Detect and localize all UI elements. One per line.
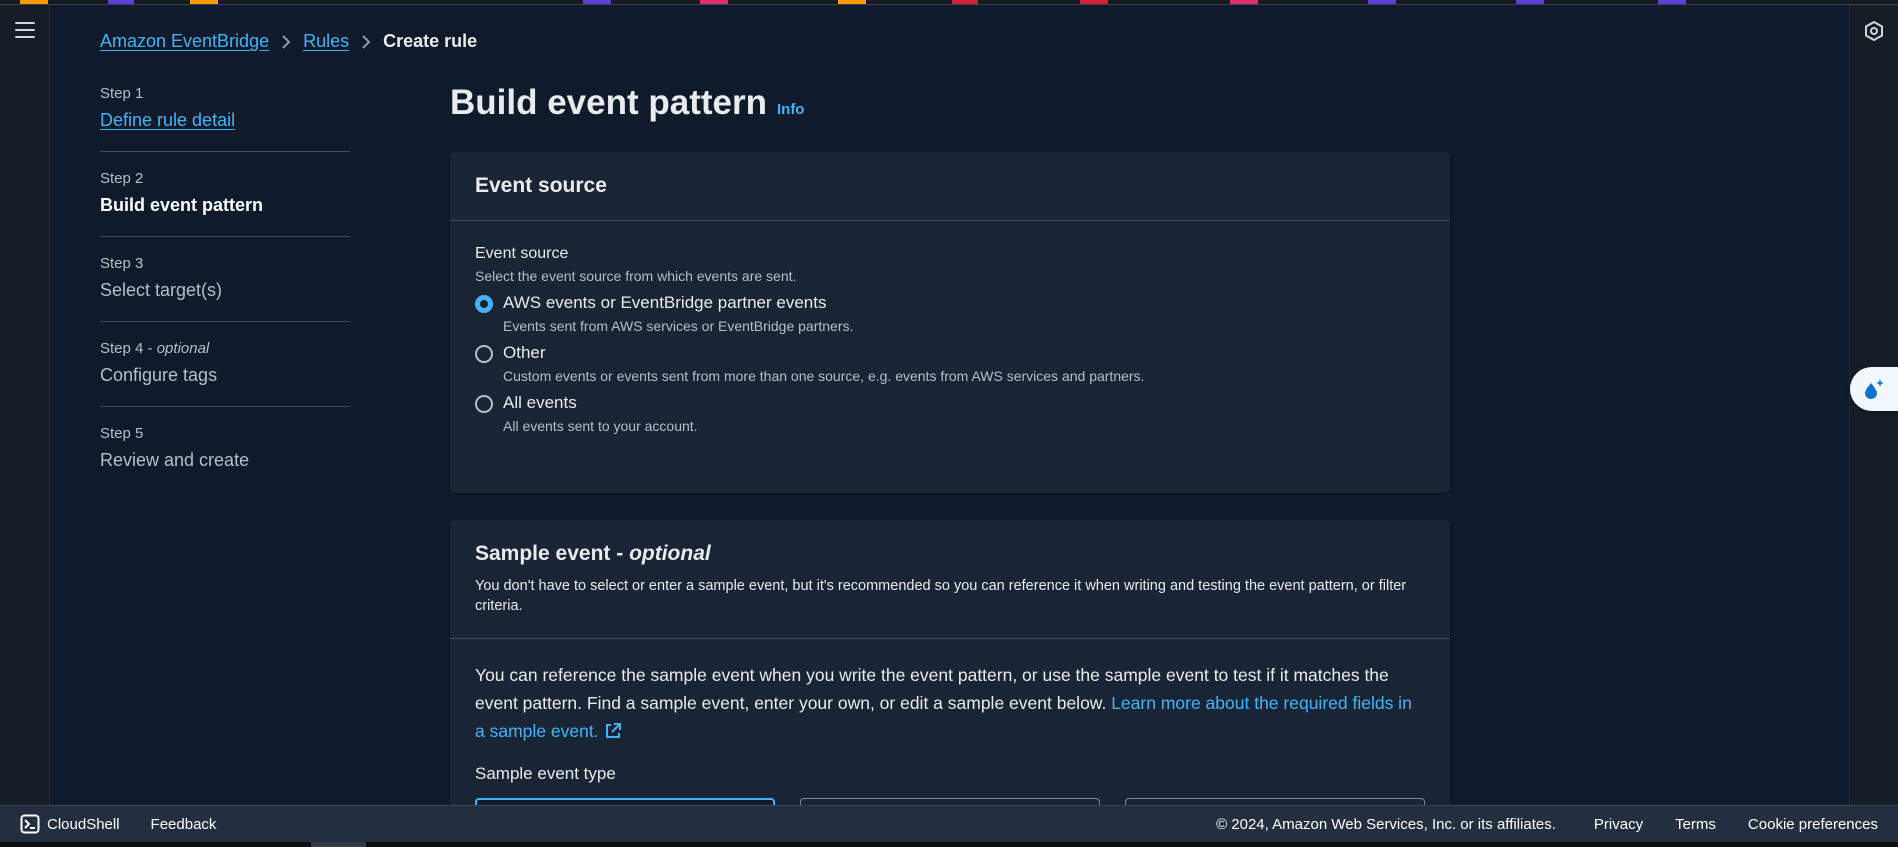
- radio-button[interactable]: [475, 395, 493, 413]
- chevron-right-icon: [281, 34, 291, 50]
- settings-hexagon-icon[interactable]: [1863, 20, 1885, 42]
- ai-assistant-icon[interactable]: [1850, 367, 1898, 411]
- step-number: Step 5: [100, 425, 144, 442]
- page-title: Build event pattern Info: [450, 83, 804, 123]
- sample-type-tile[interactable]: [800, 798, 1100, 805]
- wizard-steps: Step 1 Define rule detail Step 2 Build e…: [100, 85, 350, 509]
- step-number: Step 1: [100, 85, 144, 102]
- cloudshell-button[interactable]: CloudShell: [20, 814, 120, 834]
- breadcrumb-current: Create rule: [383, 31, 478, 51]
- cookie-preferences-link[interactable]: Cookie preferences: [1748, 816, 1878, 833]
- card-title: Event source: [475, 174, 607, 197]
- cloudshell-label: CloudShell: [47, 815, 120, 833]
- feedback-link[interactable]: Feedback: [151, 816, 217, 833]
- terms-link[interactable]: Terms: [1675, 816, 1716, 833]
- event-source-card: Event source Event source Select the eve…: [450, 152, 1450, 493]
- chevron-right-icon: [361, 34, 371, 50]
- wizard-step-1: Step 1 Define rule detail: [100, 85, 350, 152]
- sample-event-type-tiles: [475, 798, 1425, 805]
- step-label: Review and create: [100, 450, 250, 470]
- sample-event-text: You can reference the sample event when …: [475, 661, 1425, 748]
- step-optional-tag: optional: [156, 340, 210, 357]
- card-header: Event source: [450, 152, 1450, 221]
- card-header: Sample event - optional You don't have t…: [450, 520, 1450, 639]
- radio-button-checked[interactable]: [475, 295, 493, 313]
- radio-button[interactable]: [475, 345, 493, 363]
- sample-event-body: You can reference the sample event when …: [450, 639, 1450, 805]
- sample-type-tile[interactable]: [1125, 798, 1425, 805]
- radio-label: AWS events or EventBridge partner events: [503, 293, 827, 312]
- external-link-icon: [604, 720, 622, 748]
- step-number: Step 4 - optional: [100, 340, 210, 357]
- radio-aws-events[interactable]: AWS events or EventBridge partner events…: [475, 293, 1425, 334]
- field-description: Select the event source from which event…: [475, 268, 797, 284]
- horizontal-scrollbar[interactable]: [0, 842, 1898, 847]
- wizard-step-5: Step 5 Review and create: [100, 425, 350, 491]
- privacy-link[interactable]: Privacy: [1594, 816, 1643, 833]
- page-title-text: Build event pattern: [450, 83, 767, 122]
- terminal-icon: [20, 814, 40, 834]
- step-label-active: Build event pattern: [100, 195, 264, 215]
- radio-all-events[interactable]: All events All events sent to your accou…: [475, 393, 1425, 434]
- radio-description: Events sent from AWS services or EventBr…: [503, 318, 854, 334]
- optional-tag: optional: [629, 542, 711, 565]
- breadcrumb-rules[interactable]: Rules: [303, 31, 349, 52]
- right-utility-rail: [1849, 5, 1898, 805]
- sample-type-tile-selected[interactable]: [475, 798, 775, 805]
- event-source-body: Event source Select the event source fro…: [450, 221, 1450, 458]
- radio-label: Other: [503, 343, 546, 362]
- step-label: Configure tags: [100, 365, 218, 385]
- scrollbar-thumb[interactable]: [311, 842, 366, 847]
- radio-description: All events sent to your account.: [503, 418, 698, 434]
- field-label: Event source: [475, 245, 569, 262]
- info-link[interactable]: Info: [777, 101, 805, 118]
- menu-icon[interactable]: [15, 22, 35, 38]
- wizard-step-2: Step 2 Build event pattern: [100, 170, 350, 237]
- radio-description: Custom events or events sent from more t…: [503, 368, 1145, 384]
- step-number: Step 2: [100, 170, 144, 187]
- step-label: Select target(s): [100, 280, 223, 300]
- breadcrumb: Amazon EventBridge Rules Create rule: [100, 31, 477, 52]
- step-number: Step 3: [100, 255, 144, 272]
- left-nav-rail: [0, 5, 50, 805]
- main-content: Amazon EventBridge Rules Create rule Ste…: [51, 5, 1849, 805]
- wizard-step-3: Step 3 Select target(s): [100, 255, 350, 322]
- radio-other[interactable]: Other Custom events or events sent from …: [475, 343, 1425, 384]
- copyright-text: © 2024, Amazon Web Services, Inc. or its…: [1216, 815, 1556, 833]
- radio-label: All events: [503, 393, 577, 412]
- step-link-define-rule-detail[interactable]: Define rule detail: [100, 110, 350, 131]
- breadcrumb-eventbridge[interactable]: Amazon EventBridge: [100, 31, 269, 52]
- card-description: You don't have to select or enter a samp…: [475, 578, 1407, 614]
- wizard-step-4: Step 4 - optional Configure tags: [100, 340, 350, 407]
- sample-event-card: Sample event - optional You don't have t…: [450, 520, 1450, 805]
- console-footer: CloudShell Feedback © 2024, Amazon Web S…: [0, 805, 1898, 842]
- sample-event-type-label: Sample event type: [475, 764, 616, 783]
- card-title: Sample event - optional: [475, 542, 711, 565]
